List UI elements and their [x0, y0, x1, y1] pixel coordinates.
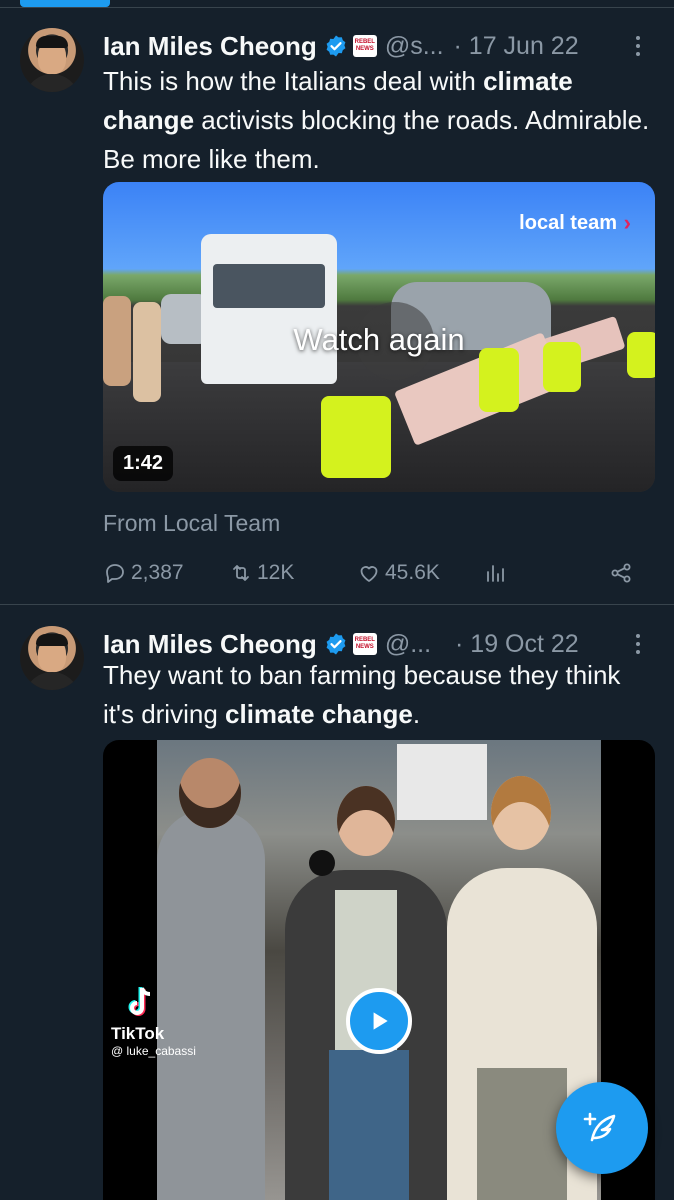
tweet-actions: 2,387 12K 45.6K	[103, 558, 636, 588]
tweet-text-highlight[interactable]: climate change	[225, 699, 413, 729]
more-options-icon[interactable]	[624, 630, 652, 658]
badge-line-1: REBEL	[354, 637, 375, 643]
author-handle[interactable]: @...	[385, 630, 431, 659]
watch-again-button[interactable]: Watch again	[103, 322, 655, 358]
reply-icon	[106, 564, 124, 583]
tweet-text-part: .	[412, 699, 421, 729]
video-watermark: local team	[519, 212, 617, 234]
tiktok-username: @ luke_cabassi	[111, 1044, 196, 1058]
tweet-text: This is how the Italians deal with clima…	[103, 62, 651, 179]
tiktok-label: TikTok	[111, 1024, 165, 1043]
avatar[interactable]	[20, 626, 84, 690]
like-button[interactable]: 45.6K	[357, 558, 440, 588]
affiliate-badge: REBEL NEWS	[352, 35, 377, 57]
heart-icon	[360, 566, 378, 582]
author-handle[interactable]: @s...	[385, 32, 444, 61]
video-player[interactable]: local team › Watch again 1:42	[103, 182, 655, 492]
tweet-date[interactable]: · 19 Oct 22	[455, 630, 579, 659]
avatar[interactable]	[20, 28, 84, 92]
retweet-button[interactable]: 12K	[229, 558, 294, 588]
reply-button[interactable]: 2,387	[103, 558, 184, 588]
author-name[interactable]: Ian Miles Cheong	[103, 31, 317, 62]
share-button[interactable]	[609, 558, 633, 588]
play-button[interactable]	[346, 988, 412, 1054]
play-icon	[373, 1012, 388, 1030]
video-source[interactable]: From Local Team	[103, 510, 280, 537]
verified-badge-icon	[326, 633, 346, 655]
tiktok-logo-icon	[128, 987, 151, 1016]
top-divider	[0, 7, 674, 8]
video-duration: 1:42	[113, 446, 174, 481]
share-icon	[611, 563, 631, 583]
retweet-count: 12K	[257, 561, 295, 584]
views-icon	[487, 565, 504, 582]
badge-line-2: NEWS	[355, 644, 374, 650]
tweet-divider	[0, 604, 674, 605]
tweet-date[interactable]: · 17 Jun 22	[454, 32, 579, 61]
tweet-header: Ian Miles Cheong REBEL NEWS @s... · 17 J…	[103, 28, 652, 64]
affiliate-badge: REBEL NEWS	[352, 633, 377, 655]
reply-count: 2,387	[131, 561, 184, 584]
author-name[interactable]: Ian Miles Cheong	[103, 629, 317, 660]
more-options-icon[interactable]	[624, 32, 652, 60]
badge-line-2: NEWS	[355, 46, 374, 52]
retweet-icon	[233, 565, 249, 581]
compose-tweet-button[interactable]	[556, 1082, 648, 1174]
watermark-arrow-icon: ›	[623, 210, 631, 235]
verified-badge-icon	[326, 35, 346, 57]
tweet-text: They want to ban farming because they th…	[103, 656, 651, 734]
tweet-text-part: This is how the Italians deal with	[103, 66, 484, 96]
like-count: 45.6K	[385, 561, 440, 584]
views-button[interactable]	[483, 558, 507, 588]
compose-tweet-icon	[583, 1112, 616, 1142]
badge-line-1: REBEL	[354, 39, 375, 45]
tab-indicator	[20, 0, 110, 7]
